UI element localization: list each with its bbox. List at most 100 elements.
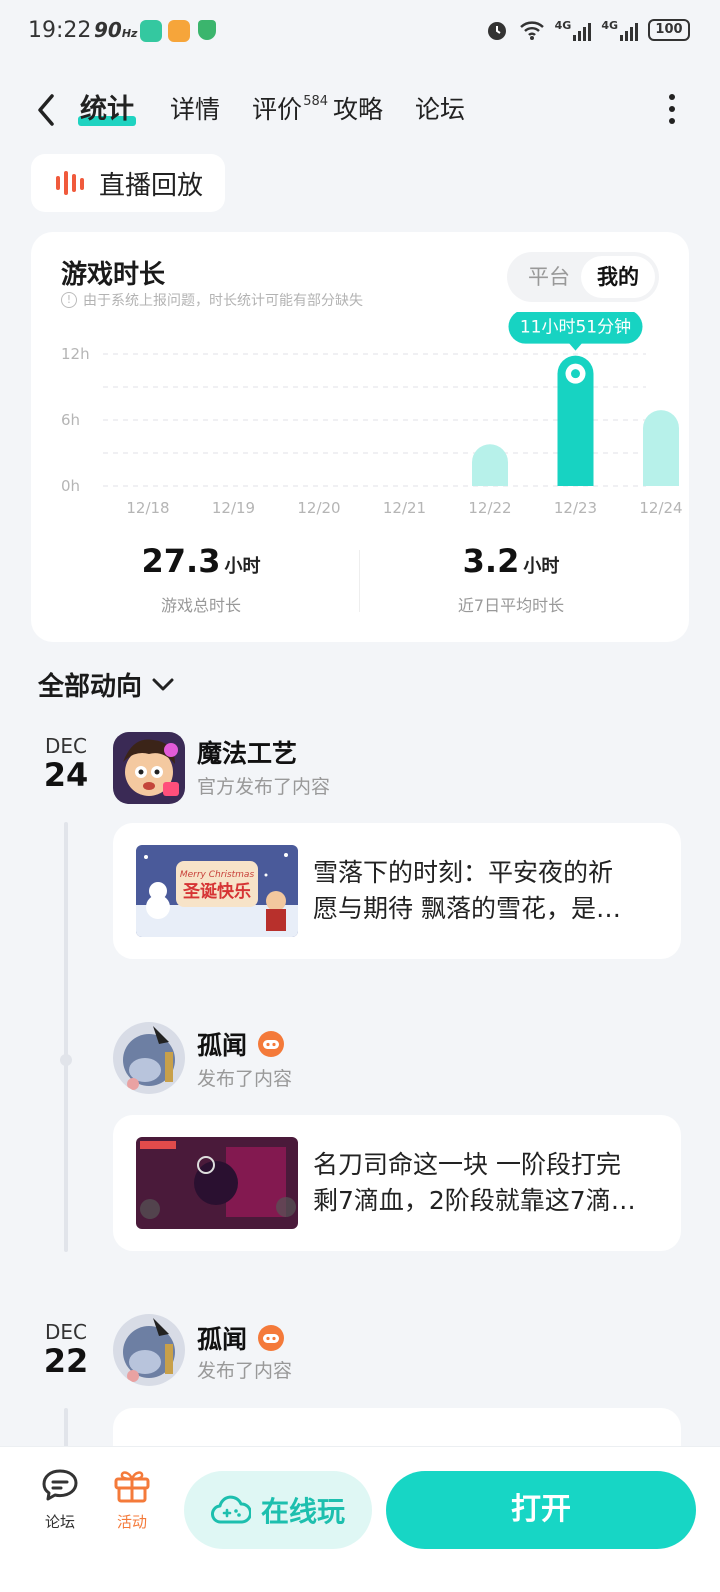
avg-playtime-label: 近7日平均时长 [457,596,565,615]
user-avatar[interactable] [113,1314,185,1386]
timer-app-icon [168,20,190,42]
refresh-rate-unit: Hz [121,27,138,40]
x-tick-label: 12/24 [639,499,682,517]
post-text-line: 雪落下的时刻：平安夜的祈 [313,858,614,887]
playtime-note: ! 由于系统上报问题，时长统计可能有部分缺失 [61,290,363,310]
open-game-button[interactable]: 打开 [386,1471,696,1549]
chart-tooltip-text: 11小时51分钟 [520,318,631,338]
forum-button[interactable]: 论坛 [30,1467,90,1532]
date-month: DEC [44,734,87,758]
post-text: 名刀司命这一块 一阶段打完 剩7滴血，2阶段就靠这7滴… [313,1147,653,1219]
timeline-line-2 [64,1408,68,1448]
author-name-text: 孤闻 [197,1031,248,1060]
timeline-line [64,822,68,1252]
chart-tooltip-pointer [568,342,583,351]
stat-divider [359,550,360,612]
date-day: 22 [43,1342,89,1380]
live-bars-icon [56,171,84,195]
date-block: DEC 22 [30,1320,102,1378]
reviews-count-badge: 584 [303,94,329,109]
author-name[interactable]: 孤闻 [197,1320,285,1356]
thumb-christmas-title: 圣诞快乐 [183,881,251,902]
signal-icon-2: 4G [601,19,638,41]
playtime-card: 游戏时长 ! 由于系统上报问题，时长统计可能有部分缺失 平台 我的 0h 6h 12… [31,232,689,642]
date-block: DEC 24 [30,734,102,792]
live-replay-button[interactable]: 直播回放 [31,154,225,212]
total-playtime-label: 游戏总时长 [160,596,241,615]
tab-stats[interactable]: 统计 [78,92,136,132]
shield-app-icon [198,20,216,40]
post-text-line: 名刀司命这一块 一阶段打完 [313,1150,621,1179]
activity-button[interactable]: 活动 [102,1467,162,1532]
status-bar: 19:22 90Hz 4G 4G 100 [0,0,720,62]
top-nav: 统计 详情 评价 584 攻略 论坛 [0,80,720,140]
avg-playtime-unit: 小时 [523,556,560,577]
author-action: 发布了内容 [197,1360,293,1382]
live-replay-label: 直播回放 [99,170,204,201]
gameplay-image [136,1137,298,1229]
game-logo-icon [113,732,185,804]
x-tick-label: 12/18 [126,499,169,517]
playtime-chart: 0h 6h 12h 12/18 12/19 12/20 12/21 12/22 11小时51分钟… [61,312,683,517]
thumb-merry-christmas: Merry Christmas [180,870,255,880]
post-text-line: 剩7滴血，2阶段就靠这7滴… [313,1186,636,1215]
tab-reviews[interactable]: 评价 584 [252,92,328,132]
avg-playtime-value: 3.2 [462,542,520,580]
bottom-action-bar: 论坛 活动 在线玩 打开 [0,1446,720,1592]
play-online-button[interactable]: 在线玩 [184,1471,372,1549]
user-avatar[interactable] [113,1022,185,1094]
cloud-gamepad-icon [210,1495,251,1524]
alarm-icon [487,22,506,40]
author-action: 官方发布了内容 [197,776,331,798]
x-tick-label: 12/23 [554,499,597,517]
y-tick-label: 0h [61,477,80,495]
tab-details[interactable]: 详情 [170,92,220,132]
info-icon: ! [61,292,77,308]
x-tick-label: 12/22 [468,499,511,517]
x-tick-label: 12/21 [383,499,426,517]
total-playtime: 27.3 小时 游戏总时长 [51,542,351,616]
user-avatar-image [113,1314,185,1386]
toggle-platform[interactable]: 平台 [515,256,583,298]
forum-label: 论坛 [44,1513,75,1531]
tab-forum[interactable]: 论坛 [415,92,465,132]
network-type-1: 4G [554,19,572,32]
status-time: 19:22 [28,18,92,43]
x-tick-label: 12/20 [297,499,340,517]
tab-reviews-label: 评价 [252,95,303,124]
x-tick-label: 12/19 [212,499,255,517]
platform-mine-toggle[interactable]: 平台 我的 [507,252,659,302]
author-name-text: 孤闻 [197,1325,248,1354]
refresh-rate-value: 90 [94,18,122,42]
refresh-rate: 90Hz [94,18,137,42]
status-icons: 4G 4G 100 [485,18,690,42]
post-text-line: 愿与期待 飘落的雪花，是… [313,894,621,923]
date-month: DEC [44,1320,87,1344]
date-day: 24 [43,756,89,794]
post-card[interactable]: 名刀司命这一块 一阶段打完 剩7滴血，2阶段就靠这7滴… [113,1115,681,1251]
total-playtime-unit: 小时 [224,556,261,577]
author-name[interactable]: 孤闻 [197,1026,285,1062]
play-online-label: 在线玩 [260,1495,345,1528]
toggle-mine[interactable]: 我的 [581,256,655,298]
bar-12-24 [643,410,679,486]
post-thumbnail [136,1137,298,1229]
tab-guides[interactable]: 攻略 [333,92,383,132]
battery-icon: 100 [648,19,690,41]
gamepad-badge-icon [258,1325,285,1351]
christmas-image: Merry Christmas 圣诞快乐 [136,845,298,937]
feed-filter-dropdown[interactable]: 全部动向 [38,666,174,703]
post-card[interactable]: Merry Christmas 圣诞快乐 雪落下的时刻：平安夜的祈 愿与期待 飘… [113,823,681,959]
wifi-icon [519,21,544,40]
more-options-icon[interactable] [668,94,676,124]
message-app-icon [140,20,162,42]
playtime-title: 游戏时长 [61,260,166,290]
signal-icon: 4G [555,19,592,41]
game-avatar[interactable] [113,732,185,804]
total-playtime-value: 27.3 [141,542,221,580]
timeline-dot [60,1054,72,1066]
author-name[interactable]: 魔法工艺 [197,734,297,770]
author-action: 发布了内容 [197,1068,293,1090]
network-type-2: 4G [601,19,618,32]
back-arrow-icon[interactable] [32,92,60,128]
